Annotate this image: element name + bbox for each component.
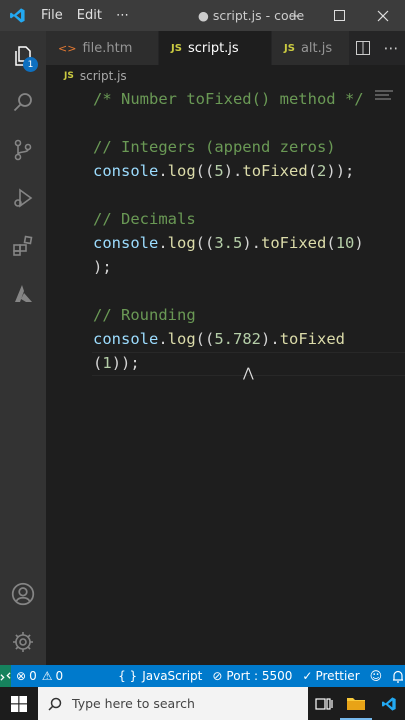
code-line: // Decimals [93, 207, 364, 231]
status-bar: ⊗ 0 ⚠ 0 { } JavaScript ⊘ Port : 5500 ✓ P… [0, 665, 405, 687]
problems-indicator[interactable]: ⊗ 0 ⚠ 0 [11, 665, 68, 687]
maximize-button[interactable] [317, 0, 361, 31]
braces-icon: { } [118, 669, 138, 683]
check-double-icon: ✓ [302, 669, 313, 683]
search-placeholder: Type here to search [72, 696, 195, 711]
code-function: toFixed [242, 162, 308, 180]
code-editor[interactable]: /* Number toFixed() method */ // Integer… [46, 87, 405, 665]
tab-alt-js[interactable]: JS alt.js [272, 31, 352, 65]
tab-label: file.htm [82, 40, 133, 56]
vscode-taskbar-icon[interactable] [372, 687, 405, 720]
code-line: ); [93, 258, 112, 276]
tab-label: script.js [187, 40, 239, 56]
code-line: console.log((5).toFixed(2)); [93, 162, 355, 180]
settings-gear-icon[interactable] [0, 619, 46, 665]
close-button[interactable] [361, 0, 405, 31]
notifications-bell-icon[interactable] [387, 665, 405, 687]
file-explorer-icon[interactable] [340, 687, 372, 720]
html-file-icon: <> [58, 41, 77, 55]
code-line: (1)); [93, 354, 140, 372]
code-object: console [93, 234, 159, 252]
taskbar-search-box[interactable]: Type here to search [38, 687, 308, 720]
search-icon [48, 697, 62, 711]
explorer-icon[interactable]: 1 [0, 33, 46, 79]
code-line: console.log((5.782).toFixed [93, 330, 346, 348]
code-number: 3.5 [214, 234, 243, 252]
code-comment: // Decimals [93, 210, 196, 228]
code-function: toFixed [261, 234, 327, 252]
code-function: log [167, 162, 196, 180]
feedback-icon[interactable]: ☺ [365, 665, 388, 687]
tab-label: alt.js [300, 40, 333, 56]
error-count: 0 [29, 669, 37, 683]
live-server-port[interactable]: ⊘ Port : 5500 [207, 665, 297, 687]
language-label: JavaScript [142, 669, 203, 683]
code-number: 10 [335, 234, 355, 252]
code-line: // Integers (append zeros) [93, 135, 364, 159]
no-entry-icon: ⊘ [212, 669, 223, 683]
breadcrumb-file[interactable]: script.js [80, 69, 127, 83]
warning-count: 0 [55, 669, 64, 683]
prettier-status[interactable]: ✓ Prettier [297, 665, 364, 687]
js-file-icon: JS [284, 42, 295, 54]
task-view-icon[interactable] [308, 687, 340, 720]
warning-icon: ⚠ [41, 669, 53, 683]
account-icon[interactable] [0, 571, 46, 617]
azure-icon[interactable] [0, 271, 46, 317]
editor-tab-bar: <> file.htm JS script.js JS alt.js ⋯ [46, 31, 405, 65]
code-number: 5.782 [214, 330, 262, 348]
js-file-icon: JS [171, 42, 182, 54]
search-icon[interactable] [0, 79, 46, 125]
more-actions-icon[interactable]: ⋯ [377, 39, 405, 57]
text-cursor-icon: ⋀ [243, 366, 254, 381]
code-object: console [93, 162, 159, 180]
code-line: console.log((3.5).toFixed(10) [93, 234, 364, 252]
menu-more[interactable]: ⋯ [109, 8, 136, 23]
code-line: // Rounding [93, 303, 364, 327]
menu-edit[interactable]: Edit [70, 8, 109, 23]
minimize-button[interactable] [273, 0, 317, 31]
activity-bar: 1 [0, 31, 46, 665]
js-file-icon: JS [64, 71, 74, 81]
split-editor-icon[interactable] [349, 41, 377, 55]
code-lines[interactable]: /* Number toFixed() method */ // Integer… [93, 87, 364, 375]
windows-taskbar: Type here to search [0, 687, 405, 720]
remote-icon[interactable] [0, 665, 11, 687]
title-bar: File Edit ⋯ ● script.js - code [0, 0, 405, 31]
code-punctuation: )); [111, 354, 140, 372]
vscode-logo-icon [0, 0, 34, 31]
code-function: log [167, 330, 196, 348]
windows-start-icon[interactable] [0, 687, 38, 720]
menu-file[interactable]: File [34, 8, 70, 23]
code-object: console [93, 330, 159, 348]
language-mode[interactable]: { } JavaScript [113, 665, 207, 687]
tab-script-js[interactable]: JS script.js [159, 31, 272, 65]
tab-file-htm[interactable]: <> file.htm [46, 31, 159, 65]
minimap[interactable] [375, 90, 393, 104]
port-label: Port : 5500 [226, 669, 293, 683]
source-control-icon[interactable] [0, 127, 46, 173]
extensions-icon[interactable] [0, 223, 46, 269]
run-debug-icon[interactable] [0, 175, 46, 221]
code-function: log [167, 234, 196, 252]
code-number: 2 [317, 162, 327, 180]
error-icon: ⊗ [16, 669, 27, 683]
code-comment: // Rounding [93, 306, 196, 324]
explorer-badge: 1 [23, 57, 38, 72]
code-line: /* Number toFixed() method */ [93, 87, 364, 111]
prettier-label: Prettier [315, 669, 360, 683]
code-comment: // Integers (append zeros) [93, 138, 336, 156]
code-function: toFixed [279, 330, 346, 348]
code-comment: /* Number toFixed() method */ [93, 90, 364, 108]
code-number: 1 [102, 354, 112, 372]
breadcrumb[interactable]: JS script.js [46, 65, 405, 87]
code-number: 5 [214, 162, 224, 180]
